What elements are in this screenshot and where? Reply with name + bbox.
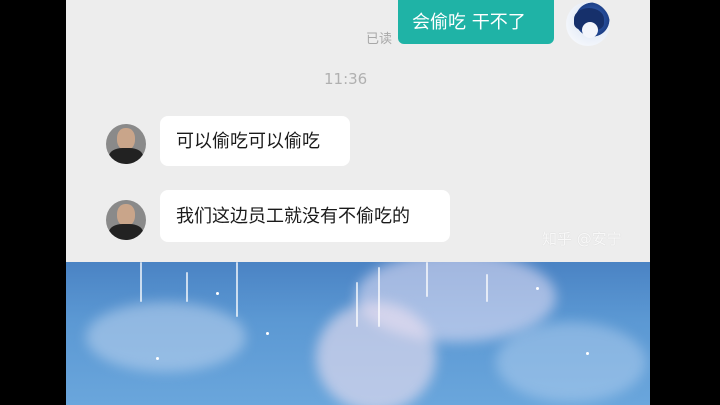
sky-background-image — [66, 262, 650, 405]
screenshot-frame: 会偷吃 干不了 已读 11:36 可以偷吃可以偷吃 我们这边员工就没有不偷吃的 … — [66, 0, 650, 405]
incoming-message-bubble[interactable]: 可以偷吃可以偷吃 — [160, 116, 350, 166]
incoming-message-text: 可以偷吃可以偷吃 — [176, 131, 320, 152]
zhihu-watermark: 知乎 @安宁 — [542, 230, 622, 248]
message-timestamp: 11:36 — [324, 70, 368, 88]
incoming-message-text: 我们这边员工就没有不偷吃的 — [176, 206, 410, 227]
outgoing-message-text: 会偷吃 干不了 — [412, 12, 526, 33]
contact-avatar-icon[interactable] — [106, 200, 146, 240]
outgoing-message-bubble[interactable]: 会偷吃 干不了 — [398, 0, 554, 44]
incoming-message-bubble[interactable]: 我们这边员工就没有不偷吃的 — [160, 190, 450, 242]
chat-area: 会偷吃 干不了 已读 11:36 可以偷吃可以偷吃 我们这边员工就没有不偷吃的 … — [66, 0, 650, 262]
contact-avatar-icon[interactable] — [106, 124, 146, 164]
self-avatar-icon[interactable] — [566, 2, 610, 46]
read-status: 已读 — [366, 32, 393, 47]
